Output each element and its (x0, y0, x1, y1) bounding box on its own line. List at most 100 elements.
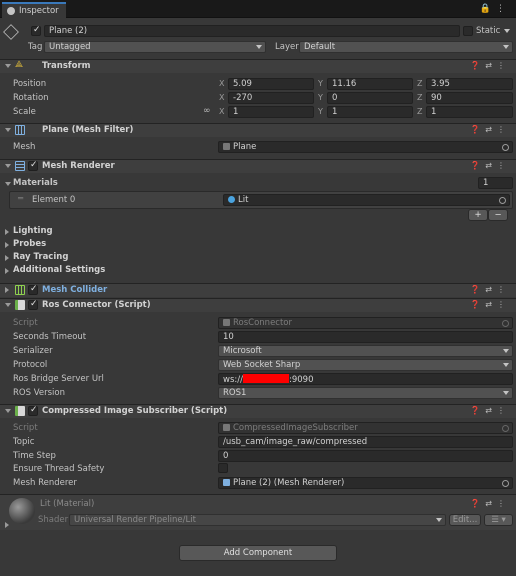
ros-version-value: ROS1 (223, 388, 247, 398)
object-picker-icon (502, 320, 509, 327)
component-header-icons[interactable]: ❓⇄⋮ (470, 499, 510, 508)
scale-z-field[interactable]: 1 (426, 106, 513, 118)
foldout-arrow-icon[interactable] (5, 303, 11, 307)
component-header-icons[interactable]: ❓⇄⋮ (470, 61, 510, 70)
component-header-icons[interactable]: ❓⇄⋮ (470, 125, 510, 134)
object-picker-icon[interactable] (502, 144, 509, 151)
axis-x: X (219, 93, 225, 102)
script-field: CompressedImageSubscriber (218, 422, 513, 434)
mesh-renderer-label: Mesh Renderer (13, 478, 77, 488)
script-value: RosConnector (233, 318, 292, 328)
chevron-down-icon (503, 349, 509, 353)
scale-y-field[interactable]: 1 (327, 106, 413, 118)
materials-count-field[interactable]: 1 (478, 177, 513, 189)
tag-dropdown[interactable]: Untagged (44, 41, 266, 53)
protocol-dropdown[interactable]: Web Socket Sharp (218, 359, 513, 371)
time-step-field[interactable]: 0 (218, 450, 513, 462)
ros-version-dropdown[interactable]: ROS1 (218, 387, 513, 399)
ensure-thread-safety-label: Ensure Thread Safety (13, 464, 105, 474)
layer-label: Layer (275, 42, 299, 52)
position-x-field[interactable]: 5.09 (228, 78, 314, 90)
chevron-down-icon (436, 518, 442, 522)
add-element-button[interactable]: + (468, 209, 488, 221)
position-y-field[interactable]: 11.16 (327, 78, 413, 90)
add-component-button[interactable]: Add Component (179, 545, 337, 561)
object-picker-icon[interactable] (499, 197, 506, 204)
position-z-field[interactable]: 3.95 (426, 78, 513, 90)
layer-dropdown[interactable]: Default (299, 41, 513, 53)
ros-connector-enabled-checkbox[interactable] (28, 299, 38, 310)
mesh-renderer-field[interactable]: Plane (2) (Mesh Renderer) (218, 477, 513, 489)
image-subscriber-enabled-checkbox[interactable] (28, 405, 38, 416)
probes-section[interactable]: Probes (13, 239, 46, 249)
shader-edit-button[interactable]: Edit... (449, 514, 481, 526)
ros-bridge-url-label: Ros Bridge Server Url (13, 374, 104, 384)
element-0-field[interactable]: Lit (223, 194, 510, 206)
component-header-icons[interactable]: ❓⇄⋮ (470, 285, 510, 294)
lighting-section[interactable]: Lighting (13, 226, 53, 236)
foldout-arrow-icon[interactable] (5, 229, 9, 235)
mesh-field[interactable]: Plane (218, 141, 513, 153)
ray-tracing-section[interactable]: Ray Tracing (13, 252, 68, 262)
shader-menu-button[interactable]: ☰ ▾ (484, 514, 513, 526)
seconds-timeout-field[interactable]: 10 (218, 331, 513, 343)
static-label: Static (476, 26, 501, 36)
foldout-arrow-icon[interactable] (5, 522, 9, 528)
axis-y: Y (318, 107, 323, 116)
mesh-filter-title: Plane (Mesh Filter) (42, 125, 134, 135)
ensure-thread-safety-checkbox[interactable] (218, 463, 228, 473)
foldout-arrow-icon[interactable] (5, 128, 11, 132)
axis-x: X (219, 79, 225, 88)
rotation-z-field[interactable]: 90 (426, 92, 513, 104)
renderer-icon (15, 161, 25, 171)
foldout-arrow-icon[interactable] (5, 287, 9, 293)
static-dropdown-icon[interactable] (504, 29, 510, 33)
object-picker-icon[interactable] (502, 480, 509, 487)
object-picker-icon (502, 425, 509, 432)
mesh-value: Plane (233, 142, 257, 152)
component-header-icons[interactable]: ❓⇄⋮ (470, 161, 510, 170)
script-icon (15, 406, 25, 416)
scale-x-field[interactable]: 1 (228, 106, 314, 118)
lock-and-menu-icons[interactable]: 🔒⋮ (480, 4, 510, 14)
tab-inspector[interactable]: Inspector (2, 2, 66, 18)
tab-label: Inspector (19, 6, 59, 16)
foldout-arrow-icon[interactable] (5, 409, 11, 413)
position-label: Position (13, 79, 47, 89)
component-header-icons[interactable]: ❓⇄⋮ (470, 406, 510, 415)
ros-version-label: ROS Version (13, 388, 65, 398)
axis-z: Z (417, 79, 423, 88)
mesh-renderer-enabled-checkbox[interactable] (28, 160, 38, 171)
info-icon (7, 7, 15, 15)
link-icon[interactable]: ∞ (203, 106, 211, 116)
transform-icon: ⟁ (15, 60, 24, 70)
foldout-arrow-icon[interactable] (5, 255, 9, 261)
axis-y: Y (318, 93, 323, 102)
object-name-field[interactable]: Plane (2) (44, 25, 460, 37)
static-checkbox[interactable] (463, 26, 473, 36)
shader-dropdown[interactable]: Universal Render Pipeline/Lit (69, 514, 446, 526)
ros-connector-title: Ros Connector (Script) (42, 300, 151, 310)
foldout-arrow-icon[interactable] (5, 64, 11, 68)
axis-z: Z (417, 107, 423, 116)
protocol-label: Protocol (13, 360, 48, 370)
additional-settings-section[interactable]: Additional Settings (13, 265, 105, 275)
foldout-arrow-icon[interactable] (5, 268, 9, 274)
serializer-dropdown[interactable]: Microsoft (218, 345, 513, 357)
foldout-arrow-icon[interactable] (5, 164, 11, 168)
materials-foldout-icon[interactable] (5, 182, 11, 186)
foldout-arrow-icon[interactable] (5, 242, 9, 248)
component-header-icons[interactable]: ❓⇄⋮ (470, 300, 510, 309)
topic-field[interactable]: /usb_cam/image_raw/compressed (218, 436, 513, 448)
rotation-x-field[interactable]: -270 (228, 92, 314, 104)
drag-handle-icon[interactable]: ═ (18, 194, 23, 204)
rotation-y-field[interactable]: 0 (327, 92, 413, 104)
element-0-label: Element 0 (32, 195, 76, 205)
active-checkbox[interactable] (31, 25, 41, 36)
script-file-icon (223, 319, 230, 326)
remove-element-button[interactable]: − (488, 209, 508, 221)
ros-bridge-url-field[interactable]: ws://:9090 (218, 373, 513, 385)
protocol-value: Web Socket Sharp (223, 360, 301, 370)
mesh-collider-enabled-checkbox[interactable] (28, 284, 38, 295)
transform-title: Transform (42, 61, 91, 71)
